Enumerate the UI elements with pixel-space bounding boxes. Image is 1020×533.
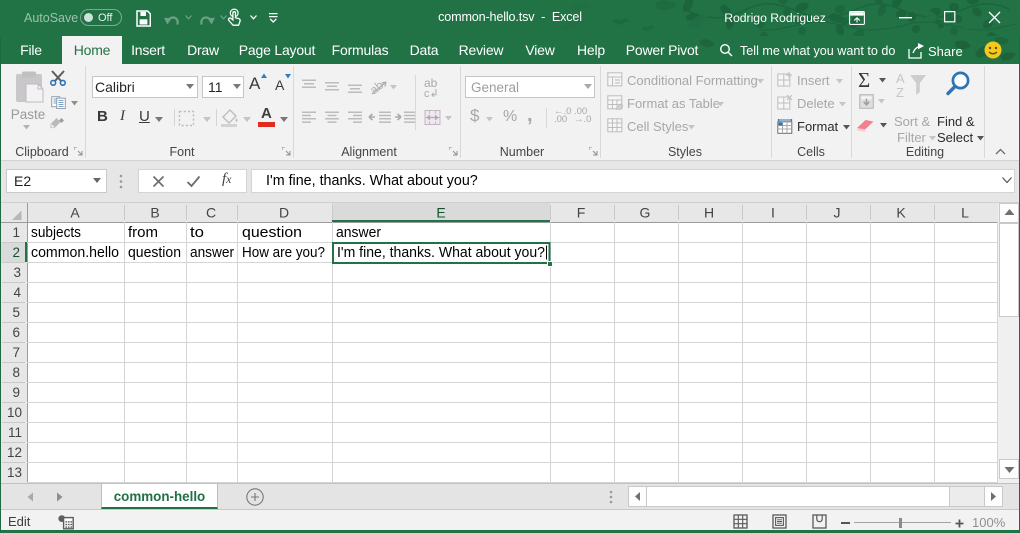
svg-text:c↲: c↲ xyxy=(424,88,439,100)
svg-text:3: 3 xyxy=(13,265,21,280)
svg-text:A: A xyxy=(70,205,80,221)
svg-text:answer: answer xyxy=(190,245,234,261)
svg-text:6: 6 xyxy=(12,325,20,340)
svg-text:C: C xyxy=(206,205,216,221)
svg-text:common.hello: common.hello xyxy=(31,245,119,261)
svg-text:D: D xyxy=(279,205,289,221)
svg-text:question: question xyxy=(128,245,181,261)
svg-text:10: 10 xyxy=(7,405,22,420)
svg-text:to: to xyxy=(190,225,204,241)
svg-text:subjects: subjects xyxy=(31,225,81,241)
svg-text:4: 4 xyxy=(13,285,21,300)
svg-text:12: 12 xyxy=(7,445,22,460)
svg-text:B: B xyxy=(150,205,159,221)
svg-text:2: 2 xyxy=(12,245,20,260)
svg-text:11: 11 xyxy=(8,425,22,440)
svg-text:K: K xyxy=(896,205,906,221)
svg-text:Z: Z xyxy=(896,85,904,100)
svg-text:from: from xyxy=(128,225,158,241)
svg-text:L: L xyxy=(961,205,969,221)
svg-text:F: F xyxy=(577,205,586,221)
svg-text:5: 5 xyxy=(12,305,20,320)
svg-text:question: question xyxy=(242,225,302,241)
svg-text:7: 7 xyxy=(12,345,20,360)
svg-text:1: 1 xyxy=(12,225,20,240)
svg-text:I: I xyxy=(771,205,775,221)
svg-text:answer: answer xyxy=(336,225,381,241)
svg-text:ab: ab xyxy=(367,78,386,97)
svg-text:8: 8 xyxy=(12,365,20,380)
svg-text:G: G xyxy=(640,205,651,221)
svg-text:E: E xyxy=(436,205,445,221)
svg-text:I'm fine, thanks. What about y: I'm fine, thanks. What about you? xyxy=(337,245,545,261)
svg-text:H: H xyxy=(704,205,714,221)
svg-text:A: A xyxy=(896,71,905,86)
svg-text:How are you?: How are you? xyxy=(242,245,325,261)
svg-text:J: J xyxy=(834,205,841,221)
svg-text:9: 9 xyxy=(12,385,20,400)
svg-text:13: 13 xyxy=(7,465,22,480)
